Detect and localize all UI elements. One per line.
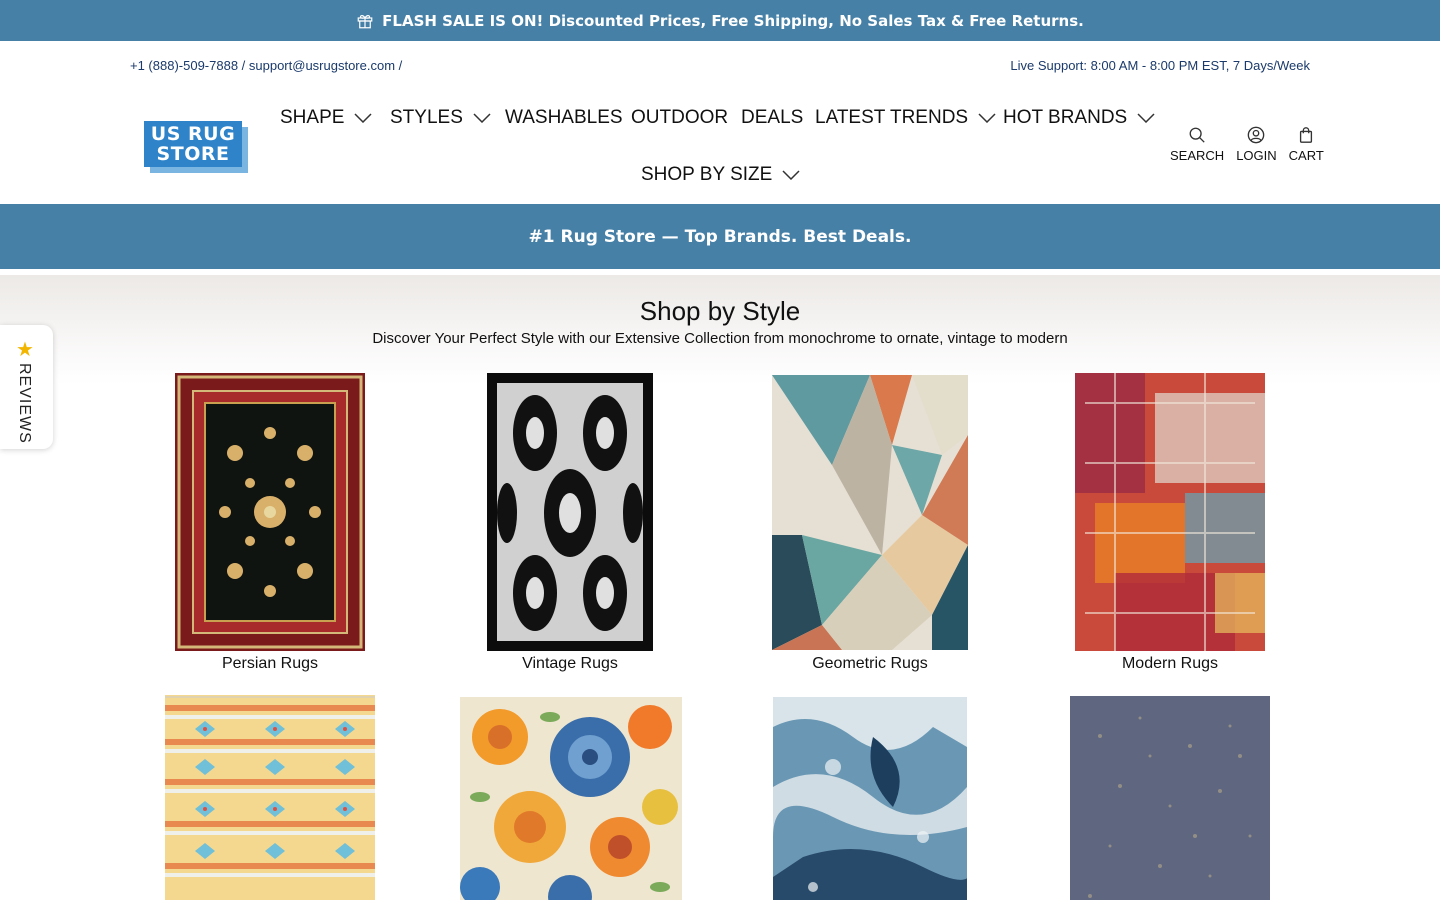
- style-tile-geometric[interactable]: Geometric Rugs: [770, 373, 970, 678]
- style-tile-floral[interactable]: [458, 695, 684, 900]
- style-label: Vintage Rugs: [522, 655, 618, 672]
- user-icon: [1248, 126, 1265, 144]
- nav-label: HOT BRANDS: [1003, 107, 1128, 128]
- header-icons: SEARCH LOGIN CART: [1170, 126, 1324, 163]
- nav-label: OUTDOOR: [631, 107, 729, 128]
- logo-face: US RUG STORE: [144, 121, 242, 167]
- reviews-tab[interactable]: ★ REVIEWS: [0, 325, 53, 449]
- southwestern-rug-image: [165, 695, 375, 900]
- bag-icon: [1300, 127, 1313, 143]
- search-label: SEARCH: [1170, 148, 1225, 163]
- nav-label: WASHABLES: [505, 107, 623, 128]
- logo-line-2: STORE: [156, 143, 230, 165]
- style-tile-southwestern[interactable]: [163, 695, 377, 900]
- abstract-blue-rug-image: [773, 697, 967, 900]
- nav-label: DEALS: [741, 107, 804, 128]
- chevron-down-icon: [1137, 113, 1155, 123]
- tagline-text: #1 Rug Store — Top Brands. Best Deals.: [528, 226, 912, 247]
- style-label: Modern Rugs: [1121, 655, 1219, 672]
- nav-styles[interactable]: STYLES: [390, 95, 491, 141]
- nav-washables[interactable]: WASHABLES: [505, 95, 623, 141]
- chevron-down-icon: [978, 113, 996, 123]
- utility-bar: +1 (888)-509-7888 / support@usrugstore.c…: [0, 41, 1440, 89]
- chevron-down-icon: [354, 113, 372, 123]
- cart-label: CART: [1288, 148, 1324, 163]
- login-label: LOGIN: [1236, 148, 1277, 163]
- gray-speckled-rug-image: [1070, 696, 1270, 900]
- style-label: Persian Rugs: [221, 655, 319, 672]
- cart-button[interactable]: CART: [1289, 126, 1324, 163]
- chevron-down-icon: [473, 113, 491, 123]
- site-logo[interactable]: US RUG STORE: [144, 121, 248, 173]
- nav-shape[interactable]: SHAPE: [280, 95, 372, 141]
- chevron-down-icon: [782, 170, 800, 180]
- login-button[interactable]: LOGIN: [1236, 126, 1277, 163]
- reviews-label: REVIEWS: [16, 363, 33, 444]
- contact-info[interactable]: +1 (888)-509-7888 / support@usrugstore.c…: [130, 58, 402, 73]
- announcement-text: FLASH SALE IS ON! Discounted Prices, Fre…: [382, 11, 1084, 30]
- section-title: Shop by Style: [639, 296, 801, 326]
- nav-latest-trends[interactable]: LATEST TRENDS: [815, 95, 996, 141]
- style-tile-speckled[interactable]: [1068, 695, 1272, 900]
- nav-outdoor[interactable]: OUTDOOR: [631, 95, 728, 141]
- announcement-bar: FLASH SALE IS ON! Discounted Prices, Fre…: [0, 0, 1440, 41]
- star-icon: ★: [16, 337, 34, 361]
- gift-icon: [357, 14, 373, 28]
- nav-deals[interactable]: DEALS: [741, 95, 803, 141]
- style-label: Geometric Rugs: [812, 655, 928, 672]
- nav-label: SHOP BY SIZE: [641, 164, 773, 185]
- nav-label: SHAPE: [280, 107, 345, 128]
- nav-hot-brands[interactable]: HOT BRANDS: [1003, 95, 1155, 141]
- geometric-rug-image: [772, 375, 968, 650]
- search-icon: [1189, 127, 1205, 143]
- vintage-rug-image: [487, 373, 653, 651]
- floral-rug-image: [460, 697, 682, 900]
- logo-line-1: US RUG: [150, 123, 236, 145]
- persian-rug-image: [175, 373, 365, 651]
- support-hours: Live Support: 8:00 AM - 8:00 PM EST, 7 D…: [1010, 58, 1310, 73]
- modern-rug-image: [1075, 373, 1265, 651]
- style-tile-vintage[interactable]: Vintage Rugs: [470, 373, 670, 678]
- section-subtitle: Discover Your Perfect Style with our Ext…: [372, 330, 1068, 347]
- nav-shop-by-size[interactable]: SHOP BY SIZE: [641, 152, 800, 198]
- nav-label: LATEST TRENDS: [815, 107, 969, 128]
- shop-by-style-section: Shop by Style Discover Your Perfect Styl…: [0, 275, 1440, 900]
- tagline-banner: #1 Rug Store — Top Brands. Best Deals.: [0, 204, 1440, 269]
- style-tile-abstract[interactable]: [770, 695, 970, 900]
- style-tile-modern[interactable]: Modern Rugs: [1070, 373, 1270, 678]
- search-button[interactable]: SEARCH: [1170, 126, 1224, 163]
- style-tile-persian[interactable]: Persian Rugs: [170, 373, 370, 678]
- nav-label: STYLES: [390, 107, 463, 128]
